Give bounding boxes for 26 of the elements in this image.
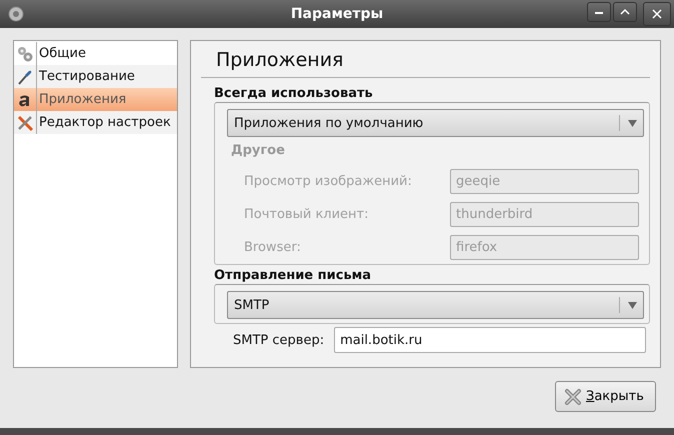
field-label: Browser: [244,240,302,255]
close-button[interactable] [643,2,671,26]
sidebar-item[interactable]: Приложения [14,88,177,111]
window-title: Параметры [290,6,384,22]
dropdown-arrow-icon [628,301,637,309]
x-icon [564,388,582,406]
app-icon [8,6,24,22]
field-label: Просмотр изображений: [244,174,413,189]
tools-icon [16,114,34,132]
dropdown[interactable]: Приложения по умолчанию [227,109,644,137]
field-label: Почтовый клиент: [244,207,370,222]
field-label: SMTP сервер: [233,332,326,348]
close-dialog-button[interactable]: Закрыть [555,381,656,412]
sidebar-item[interactable]: Тестирование [14,65,177,88]
dropdown[interactable]: SMTP [227,291,644,319]
text-field[interactable]: mail.botik.ru [334,327,646,353]
panel-title: Приложения [215,49,344,73]
section-title: Отправление письма [214,268,372,284]
dropdown-arrow-icon [628,119,637,127]
minimize-button[interactable] [587,2,611,22]
section-title: Всегда использовать [214,86,374,102]
close-icon [651,8,663,20]
maximize-button[interactable] [613,2,637,22]
gears-icon [16,44,34,62]
sidebar-item[interactable]: Редактор настроек [14,111,177,134]
subgroup-title: Другое [230,143,286,160]
